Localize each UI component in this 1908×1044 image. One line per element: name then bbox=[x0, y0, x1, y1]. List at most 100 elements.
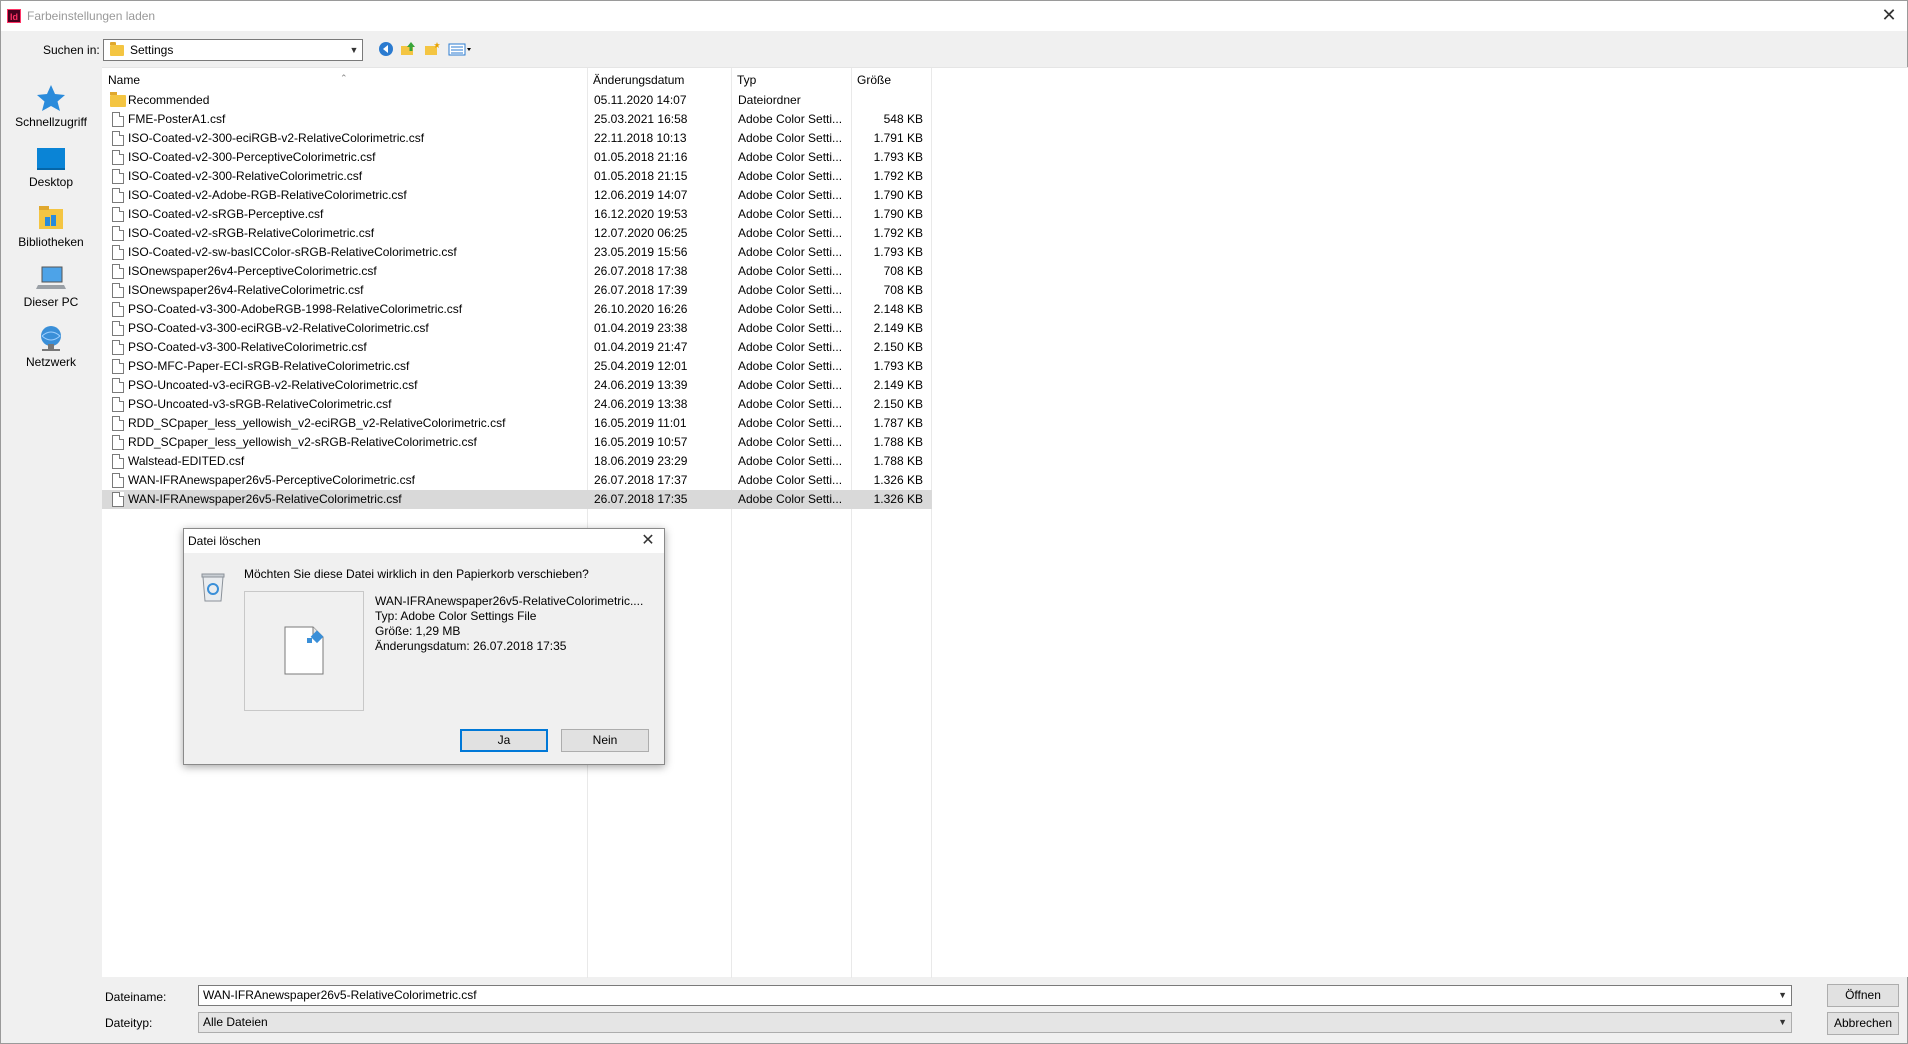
file-date-cell: 23.05.2019 15:56 bbox=[594, 245, 688, 259]
chevron-down-icon: ▼ bbox=[1778, 1017, 1787, 1027]
file-row[interactable]: PSO-Coated-v3-300-AdobeRGB-1998-Relative… bbox=[102, 300, 932, 319]
file-name-cell: ISO-Coated-v2-300-RelativeColorimetric.c… bbox=[128, 169, 363, 183]
file-row[interactable]: PSO-MFC-Paper-ECI-sRGB-RelativeColorimet… bbox=[102, 357, 932, 376]
file-row[interactable]: ISO-Coated-v2-300-eciRGB-v2-RelativeColo… bbox=[102, 129, 932, 148]
up-folder-button[interactable] bbox=[399, 41, 417, 59]
file-row[interactable]: ISO-Coated-v2-sRGB-RelativeColorimetric.… bbox=[102, 224, 932, 243]
delete-confirmation-dialog: Datei löschen ✕ Möchten Sie diese Datei … bbox=[183, 528, 665, 765]
file-size-cell: 1.793 KB bbox=[873, 150, 923, 164]
file-type-cell: Adobe Color Setti... bbox=[738, 264, 843, 278]
file-row[interactable]: WAN-IFRAnewspaper26v5-RelativeColorimetr… bbox=[102, 490, 932, 509]
file-name-cell: RDD_SCpaper_less_yellowish_v2-eciRGB_v2-… bbox=[128, 416, 506, 430]
place-this-pc[interactable]: Dieser PC bbox=[1, 255, 101, 313]
file-name-cell: ISO-Coated-v2-300-PerceptiveColorimetric… bbox=[128, 150, 376, 164]
file-name-cell: ISOnewspaper26v4-PerceptiveColorimetric.… bbox=[128, 264, 377, 278]
file-row[interactable]: RDD_SCpaper_less_yellowish_v2-sRGB-Relat… bbox=[102, 433, 932, 452]
file-name-cell: ISO-Coated-v2-300-eciRGB-v2-RelativeColo… bbox=[128, 131, 425, 145]
dialog-close-button[interactable]: ✕ bbox=[638, 531, 658, 551]
folder-row[interactable]: Recommended 05.11.2020 14:07 Dateiordner bbox=[102, 91, 932, 110]
lookin-dropdown[interactable]: Settings ▼ bbox=[103, 39, 363, 61]
column-header-label: Name bbox=[108, 73, 141, 87]
place-label: Netzwerk bbox=[25, 355, 76, 369]
file-date-cell: 16.05.2019 11:01 bbox=[594, 416, 687, 430]
place-network[interactable]: Netzwerk bbox=[1, 315, 101, 373]
dialog-title: Datei löschen bbox=[188, 534, 261, 548]
filetype-dropdown[interactable]: Alle Dateien ▼ bbox=[198, 1012, 1792, 1033]
file-row[interactable]: ISO-Coated-v2-sw-basICColor-sRGB-Relativ… bbox=[102, 243, 932, 262]
folder-icon bbox=[110, 92, 126, 107]
file-icon bbox=[112, 226, 124, 241]
file-name-cell: WAN-IFRAnewspaper26v5-PerceptiveColorime… bbox=[128, 473, 415, 487]
view-menu-button[interactable] bbox=[447, 41, 473, 59]
recycle-bin-icon bbox=[200, 571, 225, 602]
place-quick-access[interactable]: Schnellzugriff bbox=[1, 75, 101, 133]
file-list[interactable]: Name ⌃ Änderungsdatum Typ Größe Recommen… bbox=[102, 67, 1908, 978]
file-row[interactable]: PSO-Uncoated-v3-eciRGB-v2-RelativeColori… bbox=[102, 376, 932, 395]
no-button[interactable]: Nein bbox=[561, 729, 649, 752]
file-icon bbox=[112, 207, 124, 222]
window-close-button[interactable]: ✕ bbox=[1879, 5, 1899, 25]
chevron-down-icon[interactable]: ▼ bbox=[1778, 986, 1787, 1005]
column-header-size[interactable]: Größe bbox=[851, 68, 931, 90]
back-button[interactable] bbox=[377, 41, 395, 59]
file-row[interactable]: ISOnewspaper26v4-PerceptiveColorimetric.… bbox=[102, 262, 932, 281]
lookin-label: Suchen in: bbox=[43, 43, 100, 57]
file-type-cell: Adobe Color Setti... bbox=[738, 131, 843, 145]
chevron-down-icon: ▼ bbox=[349, 45, 359, 55]
file-size-cell: 708 KB bbox=[883, 283, 923, 297]
open-button[interactable]: Öffnen bbox=[1827, 984, 1899, 1007]
place-desktop[interactable]: Desktop bbox=[1, 135, 101, 193]
file-name-cell: ISO-Coated-v2-Adobe-RGB-RelativeColorime… bbox=[128, 188, 407, 202]
file-size-cell: 2.150 KB bbox=[873, 340, 923, 354]
file-row[interactable]: PSO-Uncoated-v3-sRGB-RelativeColorimetri… bbox=[102, 395, 932, 414]
file-icon bbox=[112, 378, 124, 393]
file-icon bbox=[112, 264, 124, 279]
file-date-cell: 12.07.2020 06:25 bbox=[594, 226, 688, 240]
file-icon bbox=[112, 492, 124, 507]
place-libraries[interactable]: Bibliotheken bbox=[1, 195, 101, 253]
file-date-cell: 16.12.2020 19:53 bbox=[594, 207, 688, 221]
file-rows: Recommended 05.11.2020 14:07 Dateiordner FM… bbox=[102, 91, 932, 509]
file-row[interactable]: ISOnewspaper26v4-RelativeColorimetric.cs… bbox=[102, 281, 932, 300]
dialog-file-type: Typ: Adobe Color Settings File bbox=[375, 609, 537, 623]
column-header-label: Änderungsdatum bbox=[593, 73, 685, 87]
file-row[interactable]: PSO-Coated-v3-300-RelativeColorimetric.c… bbox=[102, 338, 932, 357]
column-header-date[interactable]: Änderungsdatum bbox=[587, 68, 732, 90]
file-row[interactable]: RDD_SCpaper_less_yellowish_v2-eciRGB_v2-… bbox=[102, 414, 932, 433]
file-icon bbox=[112, 169, 124, 184]
file-row[interactable]: WAN-IFRAnewspaper26v5-PerceptiveColorime… bbox=[102, 471, 932, 490]
yes-button[interactable]: Ja bbox=[460, 729, 548, 752]
filename-value: WAN-IFRAnewspaper26v5-RelativeColorimetr… bbox=[203, 988, 477, 1002]
cancel-button[interactable]: Abbrechen bbox=[1827, 1012, 1899, 1035]
file-type-cell: Adobe Color Setti... bbox=[738, 378, 843, 392]
open-file-dialog-window: Id Farbeinstellungen laden ✕ Suchen in: … bbox=[0, 0, 1908, 1044]
file-row[interactable]: ISO-Coated-v2-sRGB-Perceptive.csf 16.12.2… bbox=[102, 205, 932, 224]
file-size-cell: 1.788 KB bbox=[873, 435, 923, 449]
file-row[interactable]: ISO-Coated-v2-300-PerceptiveColorimetric… bbox=[102, 148, 932, 167]
file-row[interactable]: Walstead-EDITED.csf 18.06.2019 23:29 Adobe… bbox=[102, 452, 932, 471]
file-date-cell: 26.07.2018 17:35 bbox=[594, 492, 688, 506]
file-row[interactable]: PSO-Coated-v3-300-eciRGB-v2-RelativeColo… bbox=[102, 319, 932, 338]
new-folder-button[interactable] bbox=[423, 41, 441, 59]
file-icon bbox=[112, 150, 124, 165]
column-header-name[interactable]: Name ⌃ bbox=[102, 68, 587, 90]
dialog-title-bar: Datei löschen ✕ bbox=[184, 529, 664, 553]
file-type-cell: Adobe Color Setti... bbox=[738, 492, 843, 506]
file-name-cell: ISO-Coated-v2-sRGB-RelativeColorimetric.… bbox=[128, 226, 375, 240]
column-header-type[interactable]: Typ bbox=[731, 68, 851, 90]
place-label: Dieser PC bbox=[23, 295, 79, 309]
file-name-cell: RDD_SCpaper_less_yellowish_v2-sRGB-Relat… bbox=[128, 435, 477, 449]
file-size-cell: 1.793 KB bbox=[873, 245, 923, 259]
file-size-cell: 2.148 KB bbox=[873, 302, 923, 316]
filename-input[interactable]: WAN-IFRAnewspaper26v5-RelativeColorimetr… bbox=[198, 985, 1792, 1006]
file-date-cell: 24.06.2019 13:39 bbox=[594, 378, 688, 392]
filename-label: Dateiname: bbox=[105, 990, 167, 1004]
file-row[interactable]: ISO-Coated-v2-Adobe-RGB-RelativeColorime… bbox=[102, 186, 932, 205]
file-type-cell: Adobe Color Setti... bbox=[738, 435, 843, 449]
file-row[interactable]: FME-PosterA1.csf 25.03.2021 16:58 Adobe Co… bbox=[102, 110, 932, 129]
file-size-cell: 1.788 KB bbox=[873, 454, 923, 468]
file-row[interactable]: ISO-Coated-v2-300-RelativeColorimetric.c… bbox=[102, 167, 932, 186]
file-date-cell: 05.11.2020 14:07 bbox=[594, 93, 687, 107]
file-icon bbox=[112, 188, 124, 203]
desktop-icon bbox=[34, 143, 68, 173]
